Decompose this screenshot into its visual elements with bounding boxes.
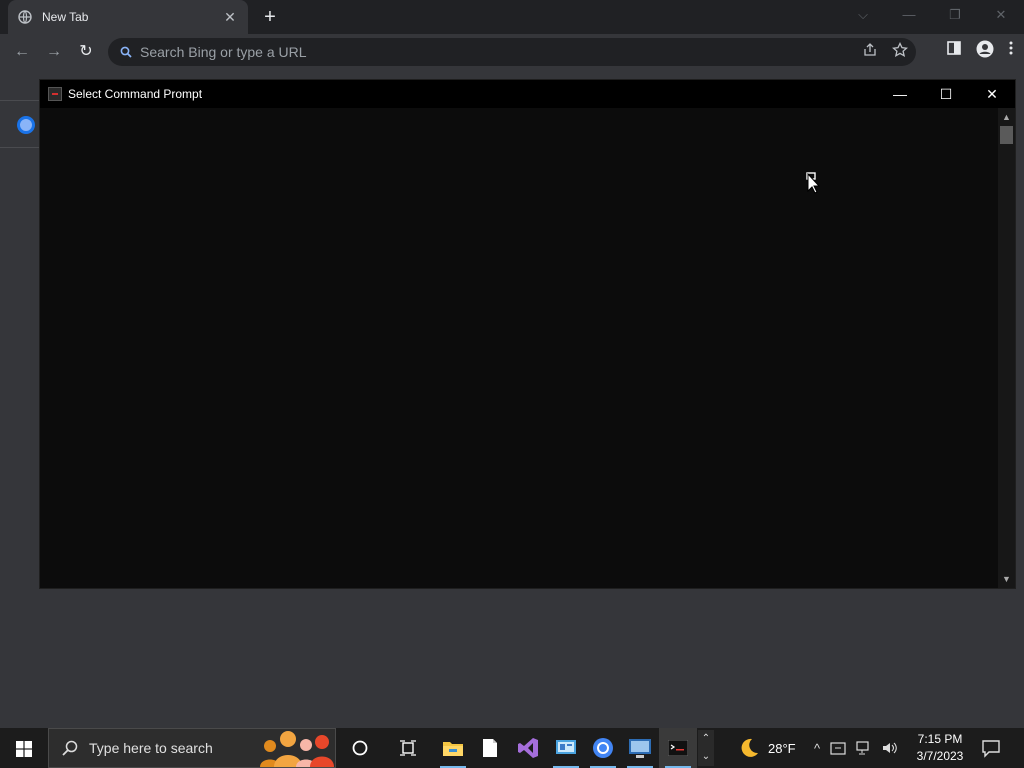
reload-button[interactable]: ↻ bbox=[74, 40, 98, 64]
taskbar-scroll-up-icon[interactable]: ⌃ bbox=[698, 730, 714, 748]
taskbar-search-placeholder: Type here to search bbox=[89, 740, 213, 756]
cmd-console-area[interactable] bbox=[40, 108, 998, 588]
browser-toolbar: ← → ↻ bbox=[0, 34, 1024, 70]
chrome-icon[interactable] bbox=[17, 116, 35, 134]
search-icon bbox=[62, 740, 78, 756]
side-panel-icon[interactable] bbox=[946, 40, 962, 56]
volume-icon[interactable] bbox=[882, 740, 898, 756]
task-view-button[interactable] bbox=[389, 728, 427, 768]
taskbar-overflow-scroller[interactable]: ⌃ ⌄ bbox=[698, 730, 714, 766]
omnibox-input[interactable] bbox=[140, 44, 820, 60]
notification-center-icon[interactable] bbox=[980, 737, 1002, 759]
task-view-icon bbox=[400, 740, 416, 756]
tab-search-dropdown-icon[interactable]: ⌵ bbox=[840, 0, 886, 30]
taskbar-notepad[interactable] bbox=[471, 728, 509, 768]
weather-widget[interactable]: 28°F bbox=[738, 728, 796, 768]
search-icon bbox=[120, 46, 132, 58]
taskbar-scroll-down-icon[interactable]: ⌄ bbox=[698, 748, 714, 766]
scroll-up-icon[interactable]: ▲ bbox=[998, 110, 1015, 124]
cmd-icon bbox=[48, 87, 62, 101]
share-icon[interactable] bbox=[862, 42, 878, 58]
address-bar[interactable] bbox=[108, 38, 916, 66]
cmd-minimize-button[interactable]: — bbox=[877, 80, 923, 108]
network-icon[interactable] bbox=[856, 740, 872, 756]
control-panel-icon bbox=[556, 740, 576, 754]
forward-button[interactable]: → bbox=[42, 40, 66, 64]
taskbar-remote-desktop[interactable] bbox=[621, 728, 659, 768]
scroll-down-icon[interactable]: ▼ bbox=[998, 572, 1015, 586]
remote-desktop-icon bbox=[629, 739, 651, 758]
command-prompt-window: Select Command Prompt — ☐ ✕ ▲ ▼ bbox=[39, 79, 1016, 589]
tab-new-tab[interactable]: New Tab ✕ bbox=[8, 0, 248, 34]
cmd-titlebar[interactable]: Select Command Prompt — ☐ ✕ bbox=[40, 80, 1015, 108]
taskbar-clock[interactable]: 7:15 PM 3/7/2023 bbox=[910, 731, 970, 765]
taskbar-command-prompt[interactable] bbox=[659, 728, 697, 768]
search-highlight-illustration bbox=[260, 731, 334, 767]
mouse-cursor-icon bbox=[806, 172, 820, 194]
chrome-browser-icon bbox=[593, 738, 613, 758]
tray-chevron-up-icon[interactable]: ^ bbox=[814, 741, 820, 756]
profile-icon[interactable] bbox=[976, 40, 994, 58]
system-tray: ^ bbox=[814, 728, 898, 768]
close-button[interactable]: ✕ bbox=[978, 0, 1024, 30]
taskbar: Type here to search ⌃ ⌄ 28°F ^ 7:15 PM 3… bbox=[0, 728, 1024, 768]
cmd-window-title: Select Command Prompt bbox=[68, 87, 203, 101]
taskbar-control-panel[interactable] bbox=[547, 728, 585, 768]
cmd-scrollbar[interactable]: ▲ ▼ bbox=[998, 108, 1015, 588]
cortana-button[interactable] bbox=[341, 728, 379, 768]
cortana-icon bbox=[352, 740, 368, 756]
taskbar-file-explorer[interactable] bbox=[434, 728, 472, 768]
clock-time: 7:15 PM bbox=[917, 732, 963, 746]
moon-icon bbox=[741, 738, 758, 757]
scroll-thumb[interactable] bbox=[1000, 126, 1013, 144]
minimize-button[interactable]: — bbox=[886, 0, 932, 30]
security-center-icon[interactable] bbox=[830, 740, 846, 756]
taskbar-visual-studio[interactable] bbox=[509, 728, 547, 768]
toolbar-right-actions bbox=[946, 40, 1014, 58]
restore-button[interactable]: ❐ bbox=[932, 0, 978, 30]
windows-logo-icon bbox=[16, 741, 32, 757]
browser-window-controls: ⌵ — ❐ ✕ bbox=[840, 0, 1024, 30]
tab-title: New Tab bbox=[42, 10, 89, 24]
taskbar-chrome[interactable] bbox=[584, 728, 622, 768]
tab-close-icon[interactable]: ✕ bbox=[222, 9, 238, 26]
cmd-maximize-button[interactable]: ☐ bbox=[923, 80, 969, 108]
back-button[interactable]: ← bbox=[10, 40, 34, 64]
cmd-window-controls: — ☐ ✕ bbox=[877, 80, 1015, 108]
file-explorer-icon bbox=[443, 742, 463, 756]
omnibox-actions bbox=[862, 42, 908, 58]
cmd-close-button[interactable]: ✕ bbox=[969, 80, 1015, 108]
weather-temperature: 28°F bbox=[768, 740, 796, 756]
more-menu-icon[interactable] bbox=[1008, 40, 1014, 56]
browser-titlebar: New Tab ✕ + ⌵ — ❐ ✕ bbox=[0, 0, 1024, 34]
globe-icon bbox=[18, 10, 32, 24]
new-tab-button[interactable]: + bbox=[258, 5, 282, 29]
visual-studio-icon bbox=[518, 738, 538, 758]
start-button[interactable] bbox=[0, 728, 48, 768]
clock-date: 3/7/2023 bbox=[916, 749, 964, 763]
terminal-icon bbox=[668, 740, 688, 756]
bookmark-star-icon[interactable] bbox=[892, 42, 908, 58]
document-icon bbox=[483, 739, 497, 757]
